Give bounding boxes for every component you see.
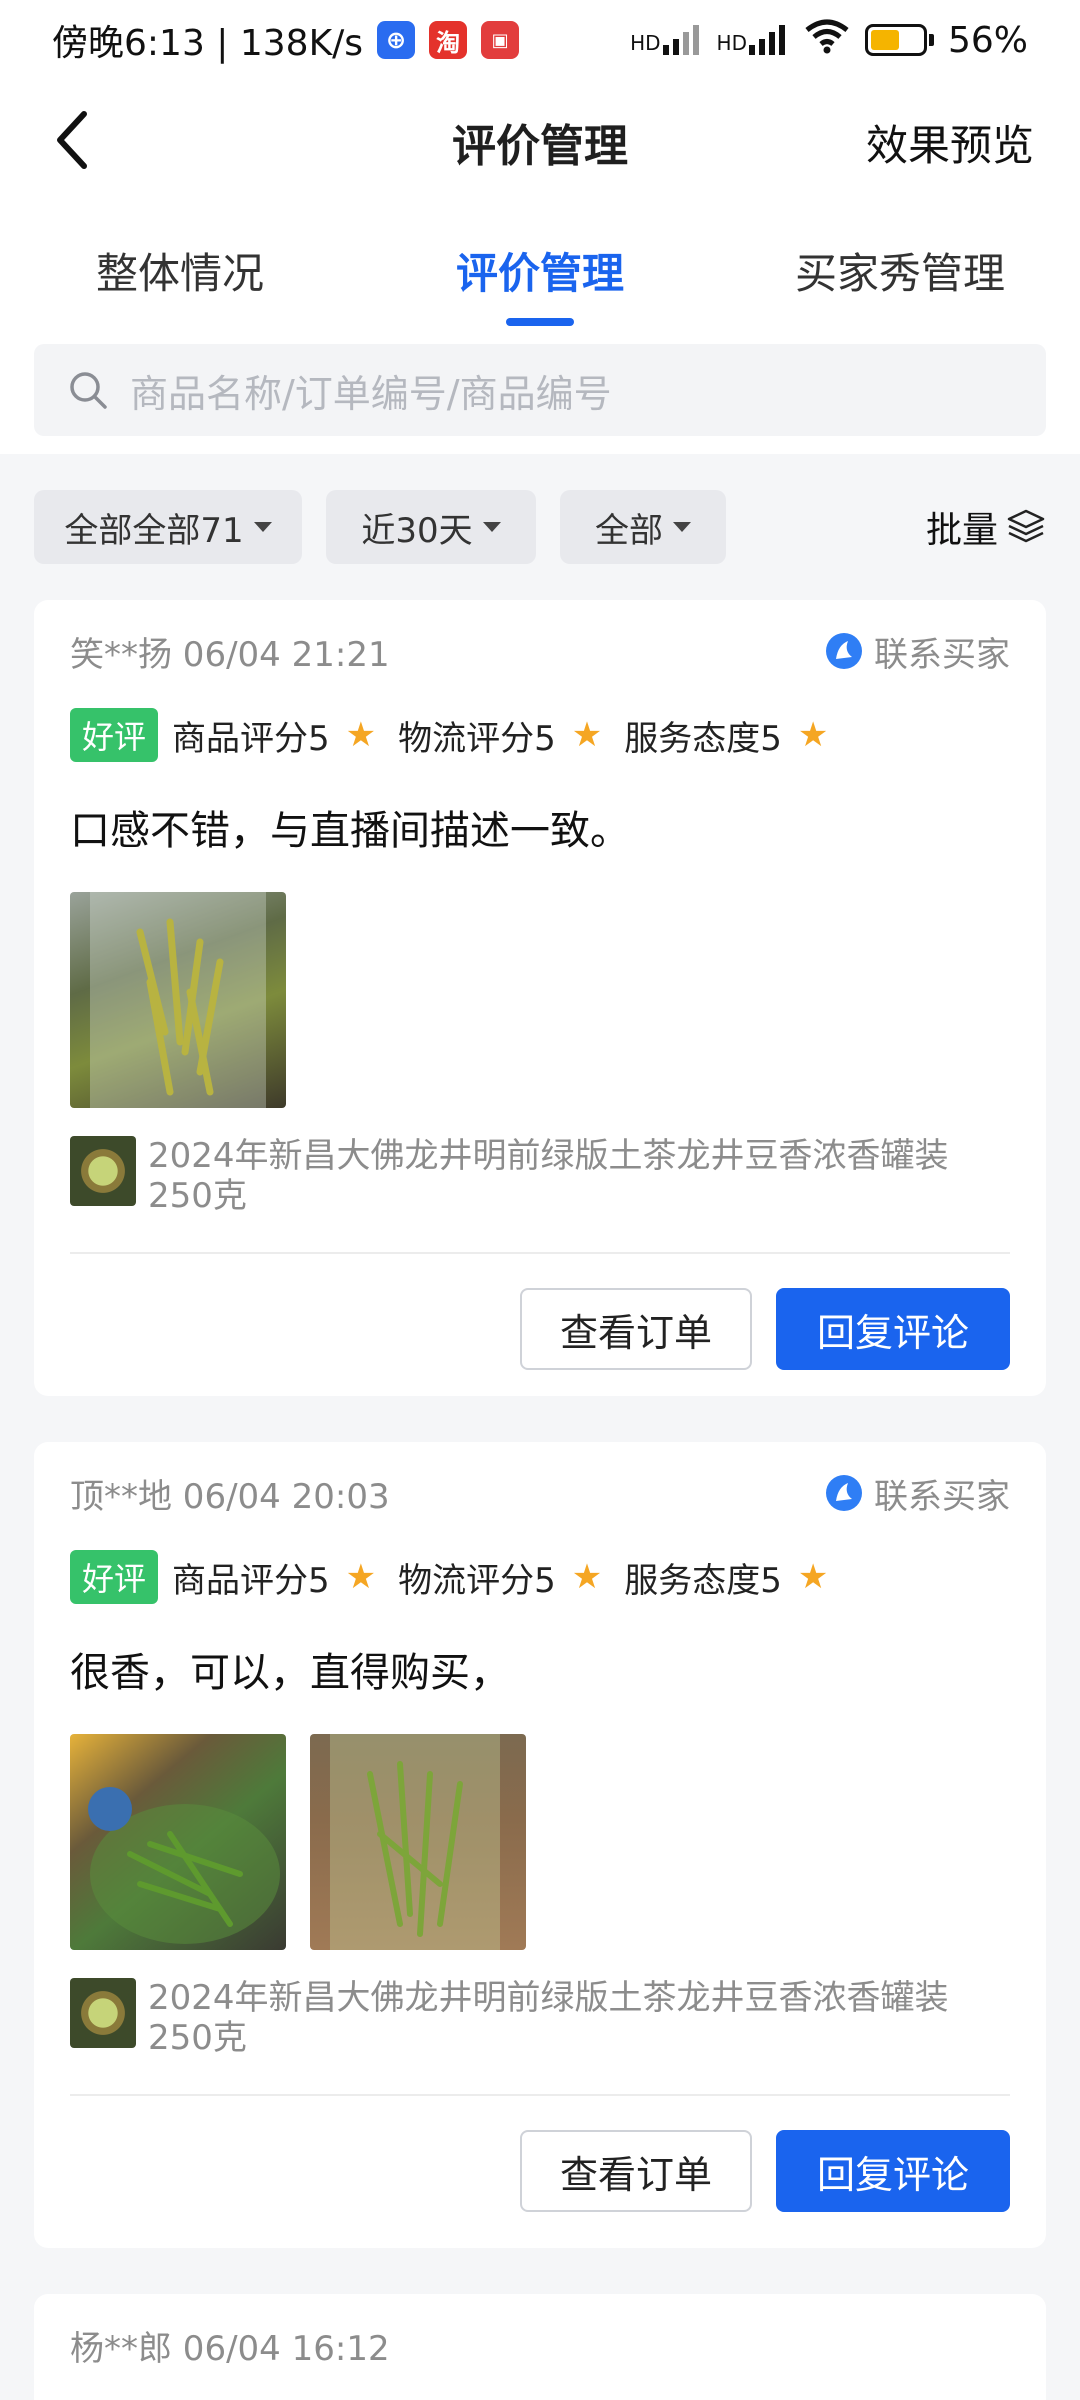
- star-icon: ★: [797, 1557, 829, 1597]
- product-thumbnail: [70, 1136, 136, 1206]
- status-bar: 傍晚6:13 | 138K/s ⊕ 淘 ▣ HD HD 56%: [0, 0, 1080, 80]
- review-photo[interactable]: [310, 1734, 526, 1950]
- filter-row: 全部全部71 近30天 全部 批量: [34, 490, 1046, 564]
- signal-icon-2: HD: [717, 25, 789, 55]
- product-info[interactable]: 2024年新昌大佛龙井明前绿版土茶龙井豆香浓香罐装250克: [70, 1136, 1010, 1216]
- logistics-rating: 物流评分5: [398, 1560, 556, 1601]
- service-rating: 服务态度5: [624, 1560, 782, 1601]
- reply-comment-button[interactable]: 回复评论: [776, 2130, 1010, 2212]
- buyer-info: 杨**郎 06/04 16:12: [70, 2328, 390, 2369]
- ratings-row: 好评 商品评分5 ★ 物流评分5 ★ 服务态度5 ★: [70, 708, 1010, 762]
- active-tab-indicator: [506, 318, 574, 326]
- contact-buyer-button[interactable]: 联系买家: [824, 627, 1010, 676]
- star-icon: ★: [345, 715, 377, 755]
- reply-comment-button[interactable]: 回复评论: [776, 1288, 1010, 1370]
- tab-buyer-show[interactable]: 买家秀管理: [720, 204, 1080, 334]
- review-card: 笑**扬 06/04 21:21 联系买家 好评 商品评分5 ★ 物流评分5 ★ 服…: [34, 600, 1046, 1396]
- tab-bar: 整体情况 评价管理 买家秀管理: [0, 204, 1080, 334]
- status-time: 傍晚6:13 | 138K/s: [52, 23, 364, 64]
- product-name: 2024年新昌大佛龙井明前绿版土茶龙井豆香浓香罐装250克: [148, 1136, 949, 1216]
- review-comment: 口感不错，与直播间描述一致。: [70, 808, 630, 854]
- effect-preview-button[interactable]: 效果预览: [866, 112, 1034, 173]
- caret-down-icon: [253, 522, 272, 532]
- chat-bubble-icon: [826, 633, 862, 669]
- star-icon: ★: [571, 1557, 603, 1597]
- batch-button[interactable]: 批量: [926, 501, 1046, 553]
- battery-percent: 56%: [947, 19, 1028, 61]
- review-card: 顶**地 06/04 20:03 联系买家 好评 商品评分5 ★ 物流评分5 ★ 服…: [34, 1442, 1046, 2248]
- view-order-button[interactable]: 查看订单: [520, 1288, 752, 1370]
- tab-overview[interactable]: 整体情况: [0, 204, 360, 334]
- filter-all-reviews[interactable]: 全部全部71: [34, 490, 302, 564]
- search-input[interactable]: 商品名称/订单编号/商品编号: [34, 344, 1046, 436]
- product-thumbnail: [70, 1978, 136, 2048]
- search-icon: [70, 372, 107, 409]
- signal-icon-1: HD: [630, 25, 702, 55]
- wifi-icon: [803, 18, 851, 63]
- product-rating: 商品评分5: [172, 1560, 330, 1601]
- battery-icon: [864, 24, 934, 56]
- taobao-notification-icon: 淘: [429, 21, 468, 59]
- tab-review-management[interactable]: 评价管理: [360, 204, 720, 334]
- filter-time-range[interactable]: 近30天: [326, 490, 536, 564]
- caret-down-icon: [482, 522, 501, 532]
- product-rating: 商品评分5: [172, 718, 330, 759]
- search-section: 商品名称/订单编号/商品编号: [0, 334, 1080, 454]
- product-name: 2024年新昌大佛龙井明前绿版土茶龙井豆香浓香罐装250克: [148, 1978, 949, 2058]
- star-icon: ★: [797, 715, 829, 755]
- good-review-tag: 好评: [70, 708, 159, 762]
- star-icon: ★: [345, 1557, 377, 1597]
- review-comment: 很香，可以，直得购买，: [70, 1650, 510, 1696]
- review-photo[interactable]: [70, 892, 286, 1108]
- star-icon: ★: [571, 715, 603, 755]
- app-notification-icon: ⊕: [377, 21, 416, 59]
- logistics-rating: 物流评分5: [398, 718, 556, 759]
- search-placeholder: 商品名称/订单编号/商品编号: [130, 371, 612, 416]
- ratings-row: 好评 商品评分5 ★ 物流评分5 ★ 服务态度5 ★: [70, 1550, 1010, 1604]
- product-info[interactable]: 2024年新昌大佛龙井明前绿版土茶龙井豆香浓香罐装250克: [70, 1978, 1010, 2058]
- layers-icon: [1007, 509, 1045, 543]
- review-photo[interactable]: [70, 1734, 286, 1950]
- news-notification-icon: ▣: [481, 21, 520, 59]
- buyer-info: 笑**扬 06/04 21:21: [70, 634, 390, 675]
- header: 评价管理 效果预览: [0, 80, 1080, 204]
- contact-buyer-button[interactable]: 联系买家: [824, 1469, 1010, 1518]
- service-rating: 服务态度5: [624, 718, 782, 759]
- chat-bubble-icon: [826, 1475, 862, 1511]
- good-review-tag: 好评: [70, 1550, 159, 1604]
- buyer-info: 顶**地 06/04 20:03: [70, 1476, 390, 1517]
- filter-type[interactable]: 全部: [560, 490, 726, 564]
- caret-down-icon: [673, 522, 691, 532]
- view-order-button[interactable]: 查看订单: [520, 2130, 752, 2212]
- review-card: 杨**郎 06/04 16:12: [34, 2294, 1046, 2400]
